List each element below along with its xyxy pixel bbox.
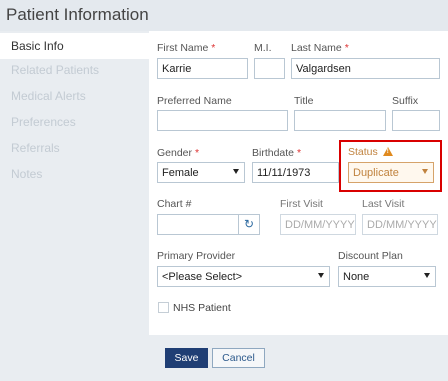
title-input[interactable]	[294, 110, 386, 131]
birthdate-label: Birthdate *	[252, 147, 302, 159]
primary-provider-value: <Please Select>	[162, 271, 243, 283]
preferred-name-label: Preferred Name	[157, 95, 232, 107]
last-visit-label: Last Visit	[362, 198, 405, 210]
primary-provider-select[interactable]: <Please Select>	[157, 266, 330, 287]
status-select[interactable]: Duplicate	[348, 162, 434, 183]
first-name-input[interactable]: Karrie	[157, 58, 248, 79]
save-button[interactable]: Save	[165, 348, 208, 368]
discount-plan-label: Discount Plan	[338, 250, 403, 262]
first-name-label: First Name *	[157, 42, 216, 54]
page-title: Patient Information	[6, 5, 149, 24]
first-visit-input[interactable]: DD/MM/YYYY	[280, 214, 356, 235]
status-value: Duplicate	[353, 167, 399, 179]
nhs-patient-label: NHS Patient	[173, 302, 231, 314]
gender-select[interactable]: Female	[157, 162, 245, 183]
nhs-patient-checkbox[interactable]	[158, 302, 169, 313]
first-visit-label: First Visit	[280, 198, 323, 210]
chevron-down-icon	[318, 273, 324, 278]
cancel-button[interactable]: Cancel	[212, 348, 265, 368]
chevron-down-icon	[424, 273, 430, 278]
primary-provider-label: Primary Provider	[157, 250, 236, 262]
discount-plan-value: None	[343, 271, 370, 283]
last-name-input[interactable]: Valgardsen	[291, 58, 440, 79]
chart-label: Chart #	[157, 198, 192, 210]
refresh-chart-button[interactable]: ↻	[238, 214, 260, 235]
chevron-down-icon	[233, 169, 239, 174]
mi-label: M.I.	[254, 42, 272, 54]
sidebar: Basic Info Related Patients Medical Aler…	[0, 31, 149, 381]
birthdate-input[interactable]: 11/11/1973	[252, 162, 339, 183]
title-bar: Patient Information	[0, 0, 448, 31]
sidebar-item-medical-alerts[interactable]: Medical Alerts	[0, 83, 149, 109]
gender-value: Female	[162, 167, 199, 179]
sidebar-item-preferences[interactable]: Preferences	[0, 109, 149, 135]
chevron-down-icon	[422, 169, 428, 174]
title-label: Title	[294, 95, 314, 107]
sidebar-item-related-patients[interactable]: Related Patients	[0, 57, 149, 83]
status-label: Status !	[348, 146, 393, 158]
last-name-label: Last Name *	[291, 42, 349, 54]
preferred-name-input[interactable]	[157, 110, 288, 131]
refresh-icon: ↻	[243, 217, 255, 231]
sidebar-item-referrals[interactable]: Referrals	[0, 135, 149, 161]
sidebar-item-basic-info[interactable]: Basic Info	[0, 33, 149, 59]
suffix-input[interactable]	[392, 110, 440, 131]
gender-label: Gender *	[157, 147, 200, 159]
mi-input[interactable]	[254, 58, 285, 79]
suffix-label: Suffix	[392, 95, 419, 107]
sidebar-item-notes[interactable]: Notes	[0, 161, 149, 187]
chart-input[interactable]	[157, 214, 239, 235]
warning-icon: !	[382, 147, 393, 156]
discount-plan-select[interactable]: None	[338, 266, 436, 287]
last-visit-input[interactable]: DD/MM/YYYY	[362, 214, 438, 235]
